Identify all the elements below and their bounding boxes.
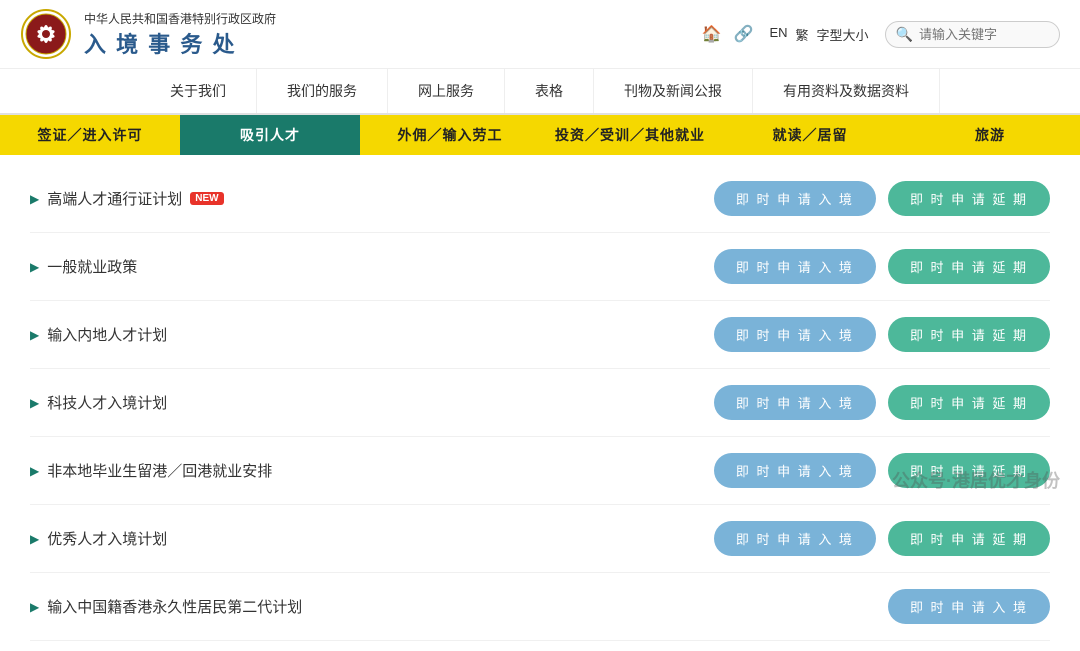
arrow-icon: ▶ — [30, 396, 39, 410]
row-title-text-3[interactable]: 科技人才入境计划 — [47, 392, 167, 413]
btn-apply-1[interactable]: 即 时 申 请 入 境 — [714, 249, 876, 284]
row-title-0: ▶ 高端人才通行证计划 NEW — [30, 188, 714, 209]
arrow-icon: ▶ — [30, 328, 39, 342]
btn-extend-2[interactable]: 即 时 申 请 延 期 — [888, 317, 1050, 352]
row-title-text-1[interactable]: 一般就业政策 — [47, 256, 137, 277]
lang-en[interactable]: EN — [769, 25, 787, 44]
btn-extend-3[interactable]: 即 时 申 请 延 期 — [888, 385, 1050, 420]
main-nav-list: 关于我们我们的服务网上服务表格刊物及新闻公报有用资料及数据资料 — [0, 69, 1080, 113]
row-title-text-4[interactable]: 非本地毕业生留港／回港就业安排 — [47, 460, 272, 481]
hk-emblem — [20, 8, 72, 60]
content-area: ▶高端人才通行证计划NEW即 时 申 请 入 境即 时 申 请 延 期▶一般就业… — [0, 155, 1080, 651]
sub-nav-item-2[interactable]: 外佣／输入劳工 — [360, 115, 540, 155]
row-title-4: ▶ 非本地毕业生留港／回港就业安排 — [30, 460, 714, 481]
row-title-6: ▶ 输入中国籍香港永久性居民第二代计划 — [30, 596, 888, 617]
row-actions-5: 即 时 申 请 入 境即 时 申 请 延 期 — [714, 521, 1050, 556]
sub-nav-item-0[interactable]: 签证／进入许可 — [0, 115, 180, 155]
arrow-icon: ▶ — [30, 600, 39, 614]
header: 中华人民共和国香港特别行政区政府 入 境 事 务 处 🏠 🔗 EN 繁 字型大小… — [0, 0, 1080, 69]
row-actions-0: 即 时 申 请 入 境即 时 申 请 延 期 — [714, 181, 1050, 216]
row-title-2: ▶ 输入内地人才计划 — [30, 324, 714, 345]
btn-apply-6[interactable]: 即 时 申 请 入 境 — [888, 589, 1050, 624]
row-title-3: ▶ 科技人才入境计划 — [30, 392, 714, 413]
btn-apply-2[interactable]: 即 时 申 请 入 境 — [714, 317, 876, 352]
row-title-text-5[interactable]: 优秀人才入境计划 — [47, 528, 167, 549]
content-row-0: ▶ 高端人才通行证计划 NEW 即 时 申 请 入 境即 时 申 请 延 期 — [30, 165, 1050, 233]
header-title: 中华人民共和国香港特别行政区政府 入 境 事 务 处 — [84, 10, 276, 59]
lang-links: EN 繁 字型大小 — [769, 25, 868, 44]
sub-nav: 签证／进入许可吸引人才外佣／输入劳工投资／受训／其他就业就读／居留旅游 — [0, 115, 1080, 155]
main-nav-item-5[interactable]: 有用资料及数据资料 — [753, 69, 940, 113]
row-title-5: ▶ 优秀人才入境计划 — [30, 528, 714, 549]
search-icon: 🔍 — [896, 26, 913, 43]
main-nav: 关于我们我们的服务网上服务表格刊物及新闻公报有用资料及数据资料 — [0, 69, 1080, 115]
main-nav-item-4[interactable]: 刊物及新闻公报 — [594, 69, 753, 113]
row-actions-1: 即 时 申 请 入 境即 时 申 请 延 期 — [714, 249, 1050, 284]
content-row-2: ▶ 输入内地人才计划 即 时 申 请 入 境即 时 申 请 延 期 — [30, 301, 1050, 369]
content-row-6: ▶ 输入中国籍香港永久性居民第二代计划 即 时 申 请 入 境 — [30, 573, 1050, 641]
sub-nav-item-1[interactable]: 吸引人才 — [180, 115, 360, 155]
header-left: 中华人民共和国香港特别行政区政府 入 境 事 务 处 — [20, 8, 276, 60]
btn-apply-4[interactable]: 即 时 申 请 入 境 — [714, 453, 876, 488]
arrow-icon: ▶ — [30, 532, 39, 546]
sub-nav-item-3[interactable]: 投资／受训／其他就业 — [540, 115, 720, 155]
row-title-1: ▶ 一般就业政策 — [30, 256, 714, 277]
row-actions-3: 即 时 申 请 入 境即 时 申 请 延 期 — [714, 385, 1050, 420]
btn-extend-1[interactable]: 即 时 申 请 延 期 — [888, 249, 1050, 284]
btn-apply-0[interactable]: 即 时 申 请 入 境 — [714, 181, 876, 216]
home-icon[interactable]: 🏠 — [702, 24, 722, 44]
gov-name: 中华人民共和国香港特别行政区政府 — [84, 10, 276, 27]
row-actions-2: 即 时 申 请 入 境即 时 申 请 延 期 — [714, 317, 1050, 352]
share-icon[interactable]: 🔗 — [734, 24, 754, 44]
row-title-text-6[interactable]: 输入中国籍香港永久性居民第二代计划 — [47, 596, 302, 617]
btn-extend-4[interactable]: 即 时 申 请 延 期 — [888, 453, 1050, 488]
main-nav-item-0[interactable]: 关于我们 — [140, 69, 257, 113]
font-size-label[interactable]: 字型大小 — [817, 25, 869, 44]
btn-apply-3[interactable]: 即 时 申 请 入 境 — [714, 385, 876, 420]
btn-extend-0[interactable]: 即 时 申 请 延 期 — [888, 181, 1050, 216]
content-row-1: ▶ 一般就业政策 即 时 申 请 入 境即 时 申 请 延 期 — [30, 233, 1050, 301]
arrow-icon: ▶ — [30, 464, 39, 478]
row-title-text-2[interactable]: 输入内地人才计划 — [47, 324, 167, 345]
header-right: 🏠 🔗 EN 繁 字型大小 🔍 — [702, 21, 1060, 48]
main-nav-item-1[interactable]: 我们的服务 — [257, 69, 388, 113]
content-row-4: ▶ 非本地毕业生留港／回港就业安排 即 时 申 请 入 境即 时 申 请 延 期 — [30, 437, 1050, 505]
btn-apply-5[interactable]: 即 时 申 请 入 境 — [714, 521, 876, 556]
arrow-icon: ▶ — [30, 192, 39, 206]
search-box: 🔍 — [885, 21, 1060, 48]
content-row-3: ▶ 科技人才入境计划 即 时 申 请 入 境即 时 申 请 延 期 — [30, 369, 1050, 437]
content-row-5: ▶ 优秀人才入境计划 即 时 申 请 入 境即 时 申 请 延 期 — [30, 505, 1050, 573]
header-icons: 🏠 🔗 — [702, 24, 754, 44]
row-actions-6: 即 时 申 请 入 境 — [888, 589, 1050, 624]
sub-nav-item-4[interactable]: 就读／居留 — [720, 115, 900, 155]
main-nav-item-2[interactable]: 网上服务 — [388, 69, 505, 113]
new-badge: NEW — [190, 192, 223, 205]
btn-extend-5[interactable]: 即 时 申 请 延 期 — [888, 521, 1050, 556]
row-actions-4: 即 时 申 请 入 境即 时 申 请 延 期 — [714, 453, 1050, 488]
arrow-icon: ▶ — [30, 260, 39, 274]
row-title-text-0[interactable]: 高端人才通行证计划 — [47, 188, 182, 209]
lang-tc[interactable]: 繁 — [796, 25, 809, 44]
dept-name: 入 境 事 务 处 — [84, 27, 276, 59]
search-input[interactable] — [919, 27, 1049, 42]
main-nav-item-3[interactable]: 表格 — [505, 69, 594, 113]
sub-nav-item-5[interactable]: 旅游 — [900, 115, 1080, 155]
